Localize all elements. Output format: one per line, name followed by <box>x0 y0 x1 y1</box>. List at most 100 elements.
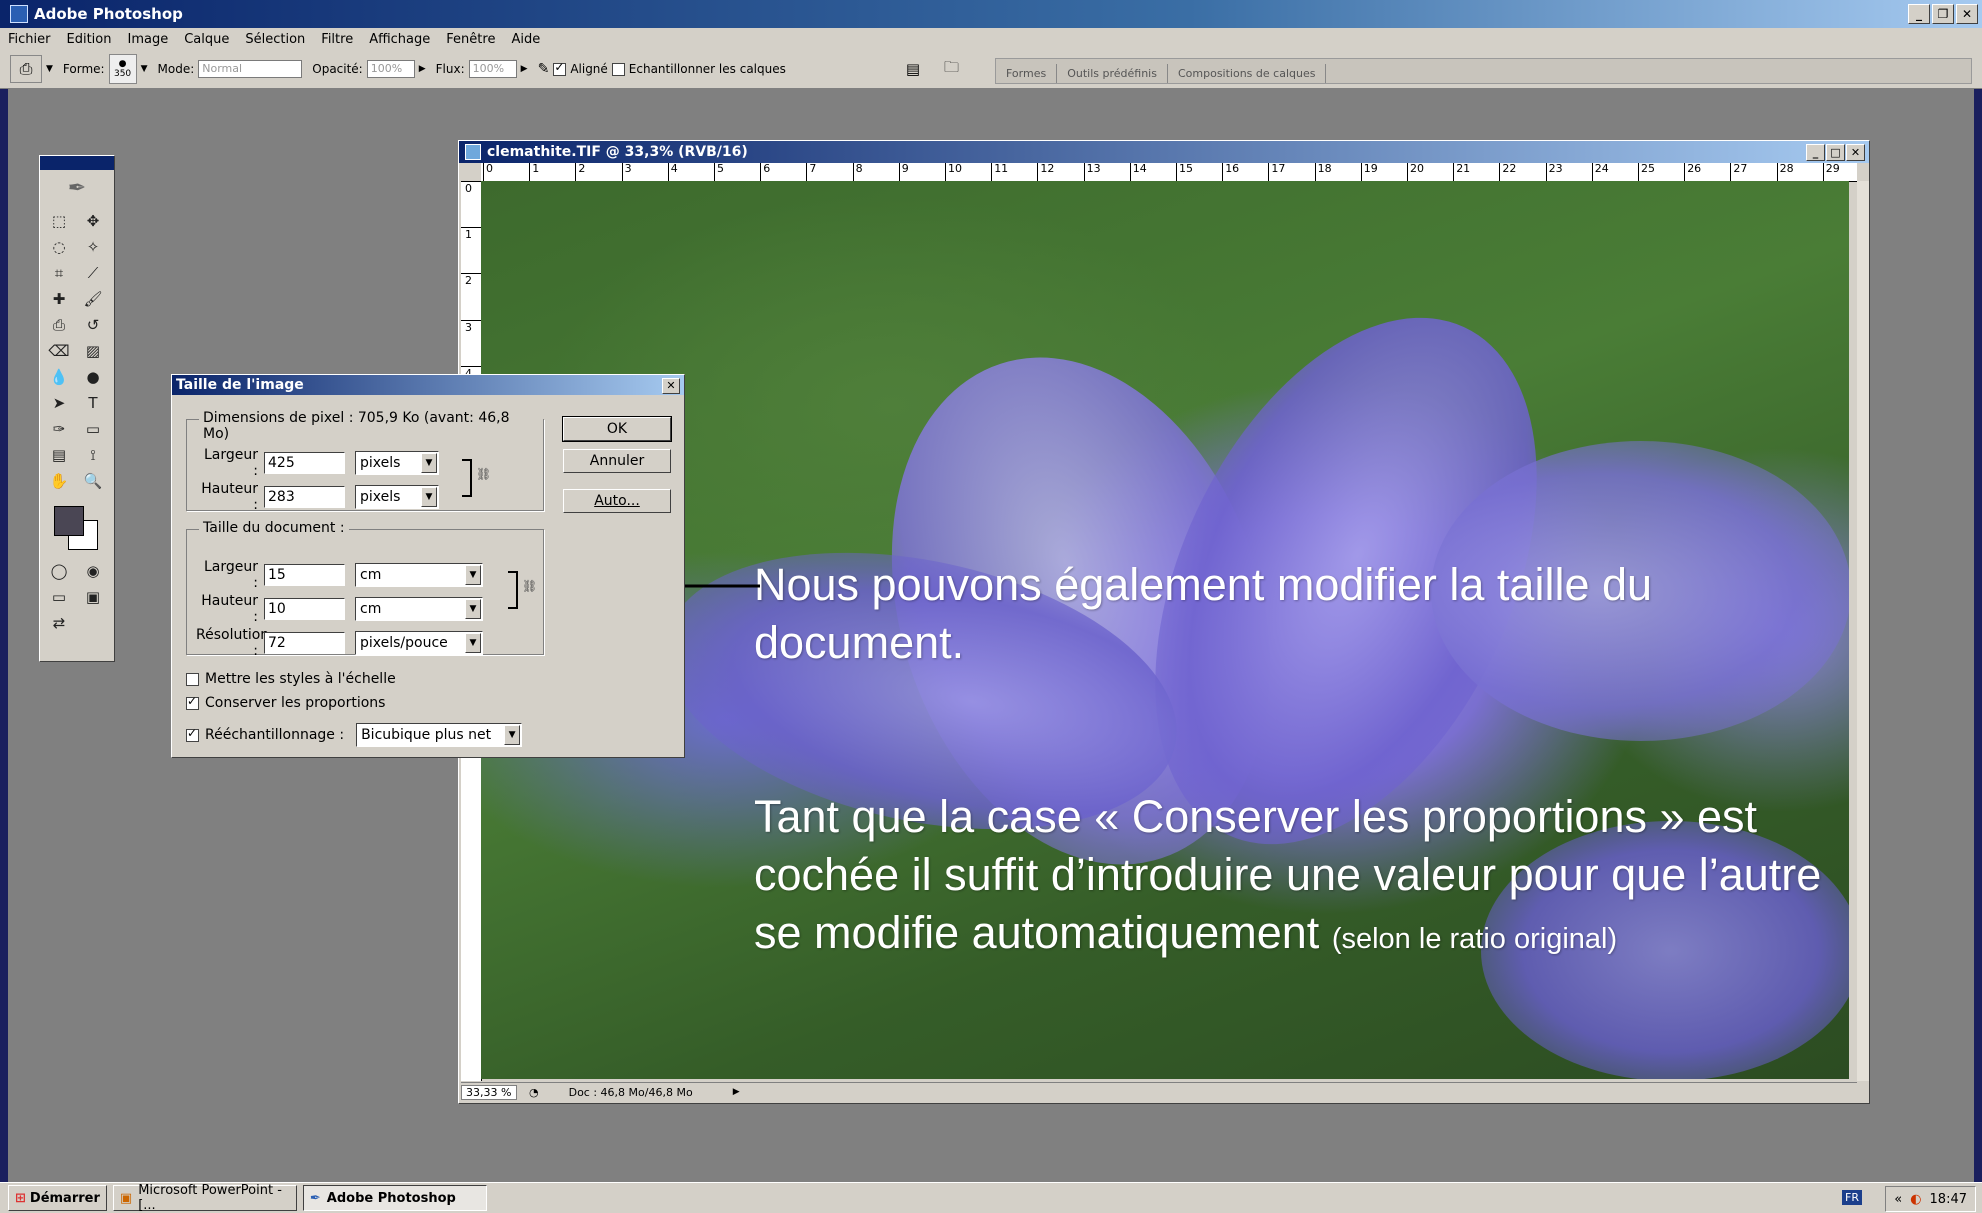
ruler-top-tick: 29 <box>1822 163 1840 181</box>
menu-filtre[interactable]: Filtre <box>313 32 361 47</box>
history-brush-icon[interactable]: ↺ <box>80 314 106 336</box>
echant-checkbox[interactable] <box>611 62 625 76</box>
lasso-icon[interactable]: ◌ <box>46 236 72 258</box>
crop-icon[interactable]: ⌗ <box>46 262 72 284</box>
resample-method-select[interactable]: Bicubique plus net ▼ <box>356 723 523 747</box>
foreground-color-swatch[interactable] <box>54 506 84 536</box>
eraser-icon[interactable]: ⌫ <box>46 340 72 362</box>
dodge-icon[interactable]: ● <box>80 366 106 388</box>
quick-mask-icon[interactable]: ◉ <box>80 560 106 582</box>
auto-button[interactable]: Auto... <box>563 489 671 513</box>
palette-toggle-icon[interactable]: ▤ <box>906 60 920 78</box>
healing-brush-icon[interactable]: ✚ <box>46 288 72 310</box>
minimize-button[interactable]: _ <box>1908 4 1930 24</box>
palette-tab-compositions[interactable]: Compositions de calques <box>1168 64 1327 83</box>
clone-stamp-icon[interactable]: ⎙ <box>10 55 42 83</box>
dialog-title[interactable]: Taille de l'image <box>172 375 684 395</box>
mode-select[interactable]: Normal <box>198 60 303 78</box>
doc-maximize-button[interactable]: □ <box>1826 144 1845 161</box>
doc-height-unit-select[interactable]: cm ▼ <box>355 597 483 621</box>
zoom-field[interactable]: 33,33 % <box>461 1084 517 1100</box>
photoshop-task-icon: ✒ <box>309 1190 321 1206</box>
task-powerpoint[interactable]: ▣ Microsoft PowerPoint - [... <box>112 1183 297 1213</box>
airbrush-icon[interactable]: ✎ <box>538 61 550 77</box>
status-menu-arrow-icon[interactable]: ▶ <box>733 1087 740 1097</box>
notes-icon[interactable]: ▤ <box>46 444 72 466</box>
zoom-icon[interactable]: 🔍 <box>80 470 106 492</box>
rectangle-icon[interactable]: ▭ <box>80 418 106 440</box>
slice-icon[interactable]: ⟋ <box>80 262 106 284</box>
magic-wand-icon[interactable]: ✧ <box>80 236 106 258</box>
px-width-input[interactable]: 425 <box>264 452 345 474</box>
clone-stamp-tool-icon[interactable]: ⎙ <box>46 314 72 336</box>
hand-icon[interactable]: ✋ <box>46 470 72 492</box>
type-icon[interactable]: T <box>80 392 106 414</box>
menu-aide[interactable]: Aide <box>503 32 548 47</box>
close-button[interactable]: ✕ <box>1956 4 1978 24</box>
opacite-arrow-icon[interactable]: ▶ <box>419 64 426 74</box>
palette-tab-formes[interactable]: Formes <box>996 64 1058 83</box>
brush-dropdown-icon[interactable]: ▼ <box>141 64 148 74</box>
language-indicator[interactable]: FR <box>1842 1190 1862 1205</box>
aligne-checkbox[interactable] <box>553 60 567 76</box>
color-swatches <box>40 496 114 556</box>
menu-image[interactable]: Image <box>119 32 176 47</box>
move-icon[interactable]: ✥ <box>80 210 106 232</box>
marquee-icon[interactable]: ⬚ <box>46 210 72 232</box>
jump-to-imageready-icon[interactable]: ⇄ <box>46 612 72 634</box>
doc-close-button[interactable]: ✕ <box>1846 144 1865 161</box>
px-height-input[interactable]: 283 <box>264 486 345 508</box>
ruler-top[interactable]: 0 1 2 3 4 5 6 7 8 9 10 11 12 13 14 15 16 17 18 19 20 21 22 23 24… <box>481 163 1857 182</box>
tray-expand-icon[interactable]: « <box>1894 1192 1902 1207</box>
menu-fichier[interactable]: Fichier <box>0 32 59 47</box>
feather-logo-icon[interactable]: ✒ <box>40 170 114 206</box>
ruler-top-tick: 13 <box>1083 163 1101 181</box>
file-browser-icon[interactable]: 🗀 <box>944 57 959 82</box>
keep-proportions-checkbox[interactable] <box>186 694 199 710</box>
doc-width-input[interactable]: 15 <box>264 564 345 586</box>
path-selection-icon[interactable]: ➤ <box>46 392 72 414</box>
blur-icon[interactable]: 💧 <box>46 366 72 388</box>
menu-selection[interactable]: Sélection <box>237 32 313 47</box>
px-height-unit-select[interactable]: pixels ▼ <box>355 485 439 509</box>
px-width-unit-select[interactable]: pixels ▼ <box>355 451 439 475</box>
menu-affichage[interactable]: Affichage <box>361 32 438 47</box>
restore-button[interactable]: ❐ <box>1932 4 1954 24</box>
resolution-label: Résolution : <box>196 627 270 659</box>
palette-tab-outils[interactable]: Outils prédéfinis <box>1057 64 1168 83</box>
scale-styles-checkbox[interactable] <box>186 672 199 686</box>
status-info-icon[interactable]: ◔ <box>529 1086 539 1099</box>
brush-icon[interactable]: 🖌 <box>80 288 106 310</box>
doc-width-unit-select[interactable]: cm ▼ <box>355 563 483 587</box>
resample-checkbox[interactable] <box>186 726 199 742</box>
menu-fenetre[interactable]: Fenêtre <box>438 32 503 47</box>
start-button[interactable]: ⊞ Démarrer <box>8 1185 107 1211</box>
menu-edition[interactable]: Edition <box>59 32 120 47</box>
standard-mode-icon[interactable]: ◯ <box>46 560 72 582</box>
pen-icon[interactable]: ✑ <box>46 418 72 440</box>
flux-arrow-icon[interactable]: ▶ <box>521 64 528 74</box>
document-titlebar[interactable]: clemathite.TIF @ 33,3% (RVB/16) <box>459 141 1869 163</box>
tool-preset-dropdown-icon[interactable]: ▼ <box>46 64 53 74</box>
photoshop-app: Adobe Photoshop _ ❐ ✕ Fichier Edition Im… <box>0 0 1982 1213</box>
opacite-field[interactable]: 100% <box>366 60 415 78</box>
menu-bar: Fichier Edition Image Calque Sélection F… <box>0 28 1982 50</box>
task-photoshop[interactable]: ✒ Adobe Photoshop <box>302 1185 487 1211</box>
flux-field[interactable]: 100% <box>468 60 517 78</box>
resolution-unit-select[interactable]: pixels/pouce ▼ <box>355 631 483 655</box>
menu-calque[interactable]: Calque <box>176 32 237 47</box>
ruler-top-tick: 0 <box>483 163 493 181</box>
screen-mode-icon[interactable]: ▭ <box>46 586 72 608</box>
gradient-icon[interactable]: ▨ <box>80 340 106 362</box>
doc-minimize-button[interactable]: _ <box>1806 144 1825 161</box>
dialog-close-button[interactable]: ✕ <box>662 378 680 394</box>
eyedropper-icon[interactable]: ⟟ <box>80 444 106 466</box>
doc-height-input[interactable]: 10 <box>264 598 345 620</box>
cancel-button[interactable]: Annuler <box>563 449 671 473</box>
brush-preview[interactable]: ● 350 <box>108 54 137 84</box>
ok-button[interactable]: OK <box>562 416 672 442</box>
tray-app-icon[interactable]: ◐ <box>1910 1192 1921 1207</box>
fullscreen-mode-icon[interactable]: ▣ <box>80 586 106 608</box>
resolution-input[interactable]: 72 <box>264 632 345 654</box>
toolbox-header[interactable] <box>40 156 114 170</box>
